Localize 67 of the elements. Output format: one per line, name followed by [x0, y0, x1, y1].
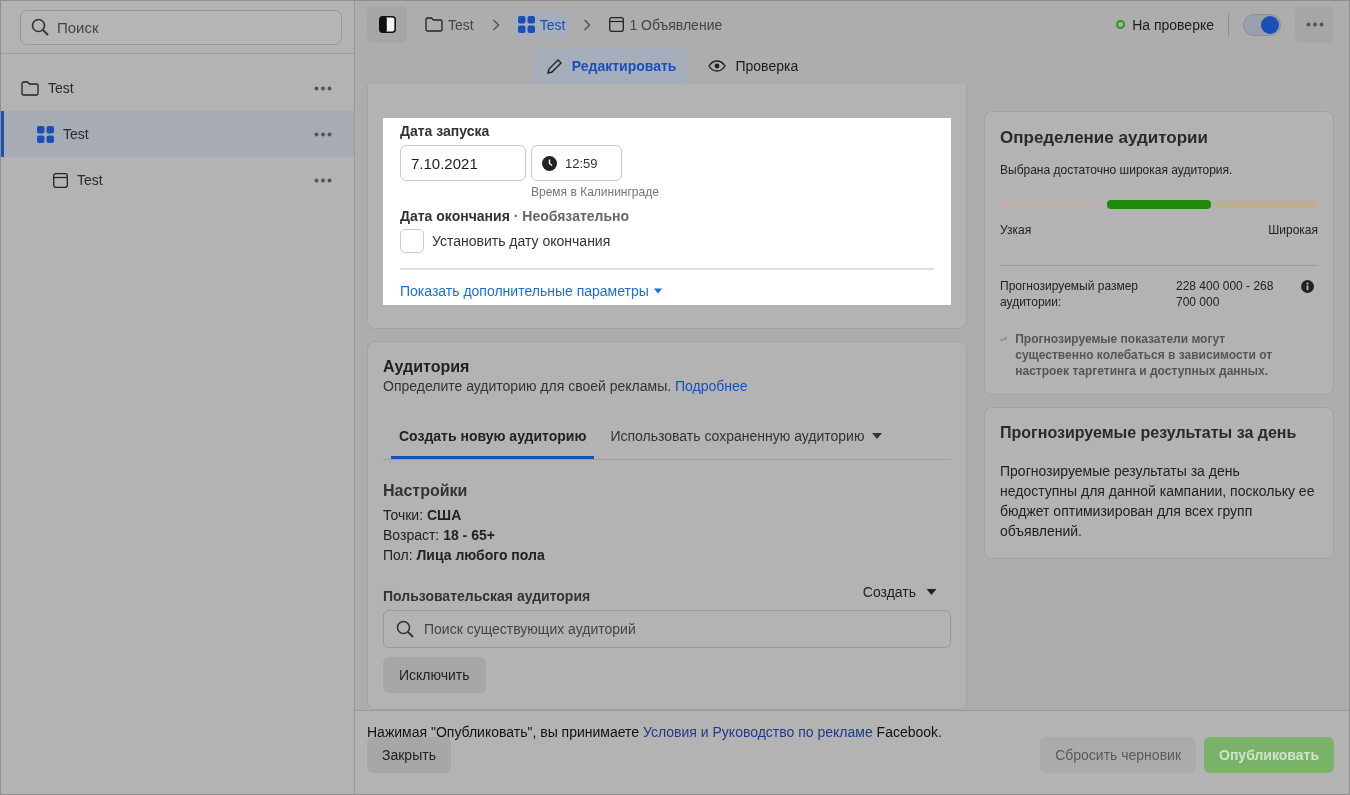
folder-icon [425, 17, 443, 32]
tree-item[interactable]: Test [1, 65, 354, 111]
create-button[interactable]: Создать [862, 584, 951, 600]
more-icon[interactable] [314, 131, 332, 137]
status-label: На проверке [1132, 16, 1214, 33]
setting-line: Пол: Лица любого пола [383, 546, 546, 565]
field-label: Дата запуска [400, 123, 491, 139]
card-text: Прогнозируемые результаты за день недоступны для данной кампании, поскольку ее бюджет оптимизирован для всех групп объявлений. [1000, 462, 1316, 541]
chevron-icon [583, 18, 592, 31]
more-options-link[interactable]: Показать дополнительные параметры [400, 283, 662, 299]
setting-line: Точки: США [383, 506, 463, 525]
grid-icon [517, 16, 535, 33]
mode-tab[interactable]: Проверка [695, 48, 812, 84]
toggle-switch[interactable] [1243, 13, 1281, 36]
pencil-icon [545, 57, 563, 75]
section-description: Определите аудиторию для своей рекламы. Подробнее [383, 378, 749, 394]
size-label: Прогнозируемый размер аудитории: [1000, 278, 1140, 310]
card-title: Определение аудитории [1000, 128, 1209, 148]
optional-label: · Необязательно [513, 208, 630, 224]
meter-label: Узкая [1000, 223, 1032, 237]
panel-toggle-button[interactable] [367, 6, 407, 43]
section-title: Аудитория [383, 358, 471, 376]
breadcrumb[interactable]: 1 Объявление [605, 12, 727, 37]
ad-frame-icon [53, 172, 68, 188]
more-icon[interactable] [314, 85, 332, 91]
grid-icon [37, 125, 54, 143]
ad-frame-icon [609, 17, 625, 32]
terms-link[interactable]: Условия и Руководство по рекламе [643, 724, 873, 740]
breadcrumb[interactable]: Test [421, 12, 478, 37]
more-button[interactable] [1295, 6, 1334, 43]
sidebar-panel-icon [378, 16, 396, 33]
caret-icon [653, 288, 662, 294]
setting-line: Возраст: 18 - 65+ [383, 526, 496, 545]
tree-item[interactable]: Test [1, 157, 354, 203]
clock-icon [542, 155, 557, 171]
field-label: Пользовательская аудитория [383, 588, 591, 604]
size-value: 228 400 000 - 268 700 000 [1176, 278, 1275, 310]
breadcrumb[interactable]: Test [513, 12, 570, 37]
eye-icon [708, 60, 727, 72]
more-icon [1305, 22, 1324, 27]
time-field[interactable]: 12:59 [531, 145, 622, 181]
field-label: Дата окончания [400, 208, 510, 224]
chevron-icon [491, 18, 500, 31]
more-icon[interactable] [314, 177, 332, 183]
audience-tab[interactable]: Создать новую аудиторию [391, 416, 595, 459]
search-field[interactable]: Поиск [20, 10, 342, 45]
card-title: Прогнозируемые результаты за день [1000, 424, 1298, 442]
tree-item[interactable]: Test [1, 111, 354, 157]
caret-icon [926, 589, 937, 595]
search-field[interactable]: Поиск существующих аудиторий [383, 610, 951, 648]
settings-title: Настройки [383, 482, 469, 500]
search-icon [396, 620, 414, 638]
checkbox[interactable] [400, 229, 424, 253]
folder-icon [21, 80, 39, 96]
terms-text: Нажимая "Опубликовать", вы принимаете Условия и Руководство по рекламе Facebook. [367, 724, 943, 740]
checkbox-label: Установить дату окончания [432, 233, 611, 249]
close-button[interactable]: Закрыть [367, 737, 451, 773]
mode-tab[interactable]: Редактировать [532, 48, 690, 84]
date-field[interactable]: 7.10.2021 [400, 145, 526, 181]
info-icon[interactable] [1301, 280, 1314, 293]
meter-label: Широкая [1268, 223, 1318, 237]
audience-summary: Выбрана достаточно широкая аудитория. [1000, 163, 1234, 177]
learn-more-link[interactable]: Подробнее [675, 378, 748, 394]
forecast-note: Прогнозируемые показатели могут существенно колебаться в зависимости от настроек таргетинга и доступных данных. [1015, 331, 1274, 379]
audience-tab[interactable]: Использовать сохраненную аудиторию [602, 416, 891, 459]
timezone-note: Время в Калининграде [531, 185, 660, 199]
exclude-button[interactable]: Исключить [383, 657, 486, 693]
